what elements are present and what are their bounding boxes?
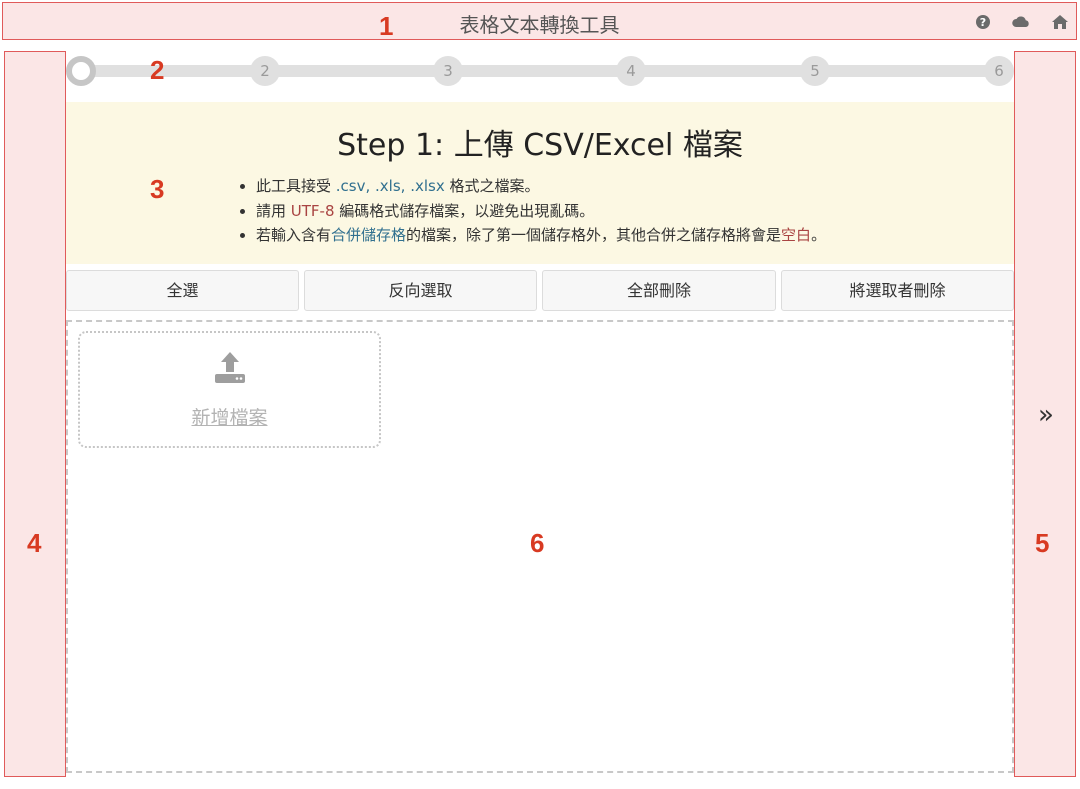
right-panel[interactable]: » 5 [1014,51,1076,777]
next-step-arrow[interactable]: » [1015,400,1077,430]
svg-text:?: ? [980,16,986,29]
instruction-list: 此工具接受 .csv, .xls, .xlsx 格式之檔案。 請用 UTF-8 … [238,174,826,248]
annotation-number-4: 4 [27,528,42,558]
step-5-indicator[interactable]: 5 [800,56,830,86]
instruction-panel: Step 1: 上傳 CSV/Excel 檔案 3 此工具接受 .csv, .x… [66,102,1014,264]
instruction-text: 若輸入含有 [256,226,332,244]
invert-selection-button[interactable]: 反向選取 [304,270,537,311]
step-progress-bar: 2 3 4 5 6 2 [66,54,1014,88]
encoding-highlight: UTF-8 [290,201,335,220]
action-button-bar: 全選 反向選取 全部刪除 將選取者刪除 [66,270,1014,312]
instruction-item: 此工具接受 .csv, .xls, .xlsx 格式之檔案。 [256,174,826,199]
step-track [80,65,1000,77]
file-formats-highlight: .csv, .xls, .xlsx [335,177,445,195]
instruction-text: 此工具接受 [256,177,336,195]
annotation-number-1: 1 [379,11,394,41]
step-6-indicator[interactable]: 6 [984,56,1014,86]
upload-icon [215,352,245,383]
help-icon[interactable]: ? [973,12,993,32]
add-file-label[interactable]: 新增檔案 [80,403,379,430]
home-icon[interactable] [1050,12,1070,32]
delete-all-button[interactable]: 全部刪除 [542,270,776,311]
select-all-button[interactable]: 全選 [66,270,299,311]
annotation-number-3: 3 [150,174,165,204]
blank-highlight: 空白 [781,226,812,244]
instruction-item: 請用 UTF-8 編碼格式儲存檔案，以避免出現亂碼。 [256,199,826,224]
file-drop-zone[interactable]: 新增檔案 6 [66,320,1014,773]
instruction-text: 編碼格式儲存檔案，以避免出現亂碼。 [334,201,595,220]
annotation-number-2: 2 [150,55,165,85]
delete-selected-button[interactable]: 將選取者刪除 [781,270,1014,311]
step-2-indicator[interactable]: 2 [250,56,280,86]
add-file-button[interactable]: 新增檔案 [78,331,381,448]
step-1-indicator[interactable] [66,56,96,86]
instruction-text: 。 [811,226,827,244]
step-4-indicator[interactable]: 4 [616,56,646,86]
merged-cells-highlight: 合併儲存格 [331,226,407,244]
app-title: 表格文本轉換工具 [459,13,620,37]
step-3-indicator[interactable]: 3 [433,56,463,86]
cloud-icon[interactable] [1011,12,1031,32]
app-header: 表格文本轉換工具 1 ? [2,2,1077,40]
instruction-text: 格式之檔案。 [444,177,540,195]
annotation-number-5: 5 [1035,528,1050,558]
instruction-text: 的檔案，除了第一個儲存格外，其他合併之儲存格將會是 [406,226,782,244]
instruction-text: 請用 [256,201,291,220]
annotation-number-6: 6 [530,528,545,558]
instruction-item: 若輸入含有合併儲存格的檔案，除了第一個儲存格外，其他合併之儲存格將會是空白。 [256,223,826,248]
left-panel: 4 [4,51,66,777]
step-title: Step 1: 上傳 CSV/Excel 檔案 [337,128,743,163]
